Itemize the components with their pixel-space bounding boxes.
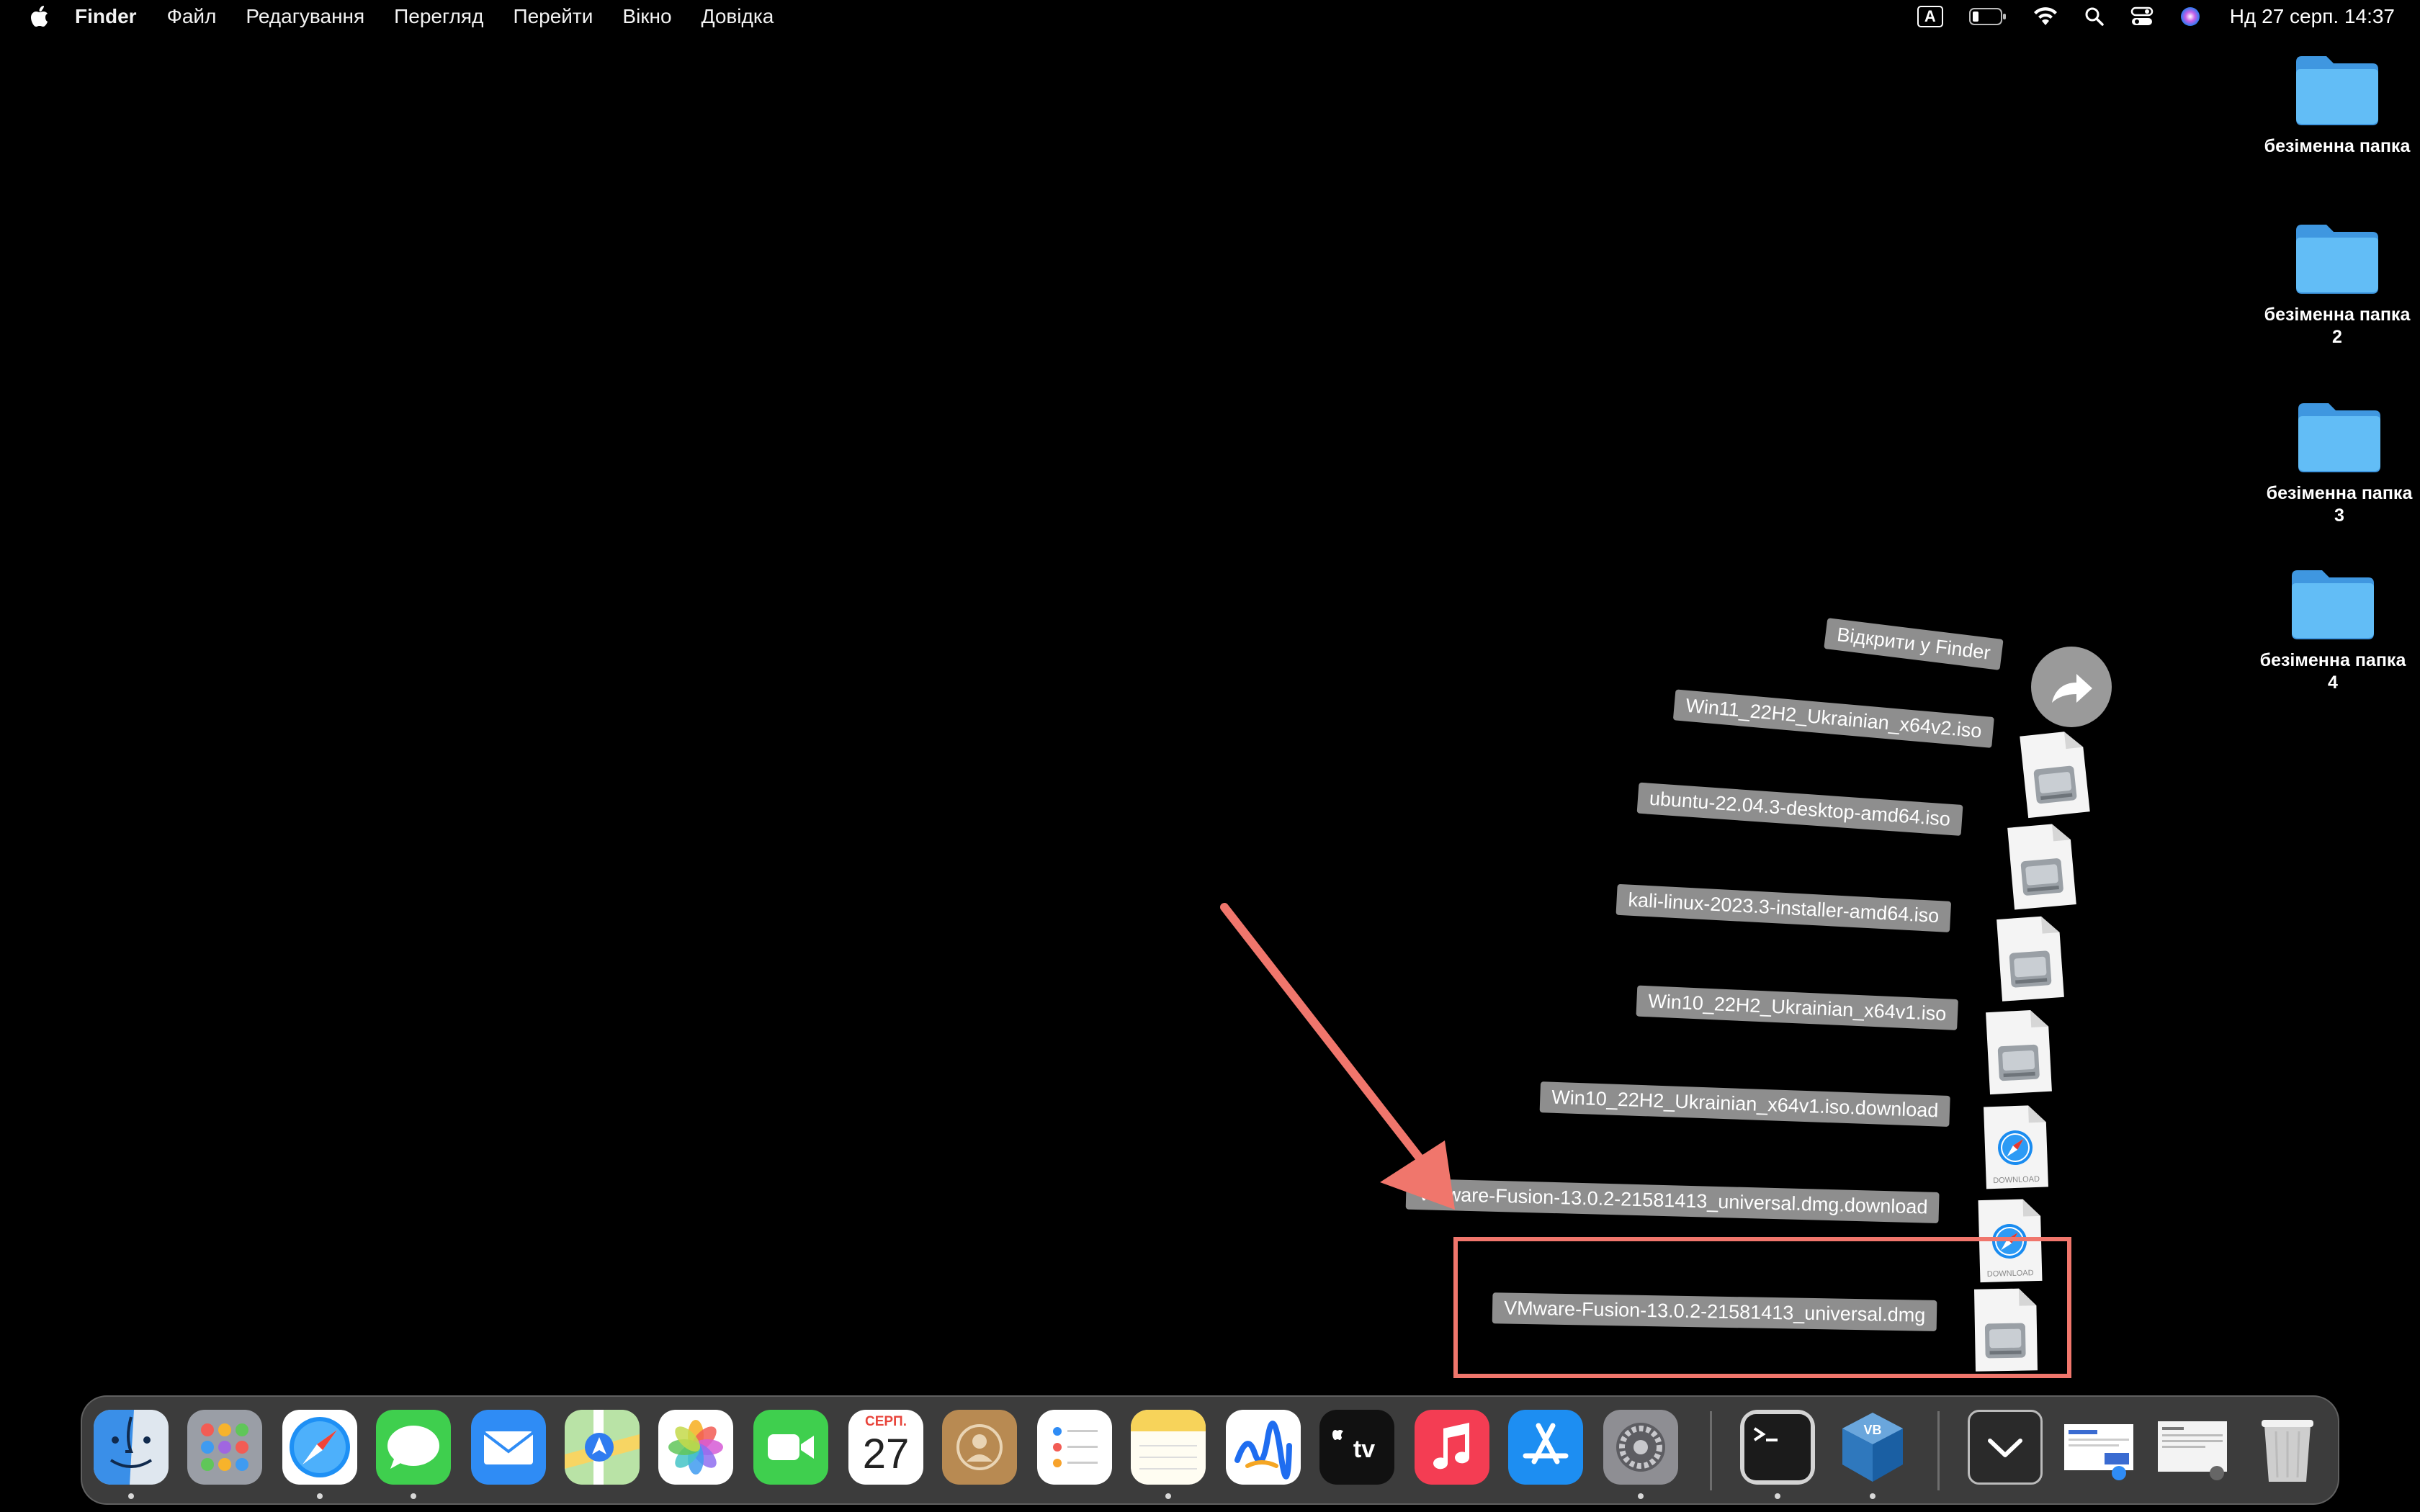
stack-item-label[interactable]: Win11_22H2_Ukrainian_x64v2.iso [1672, 689, 1995, 748]
siri-icon[interactable] [2179, 6, 2201, 27]
dock-mail-icon[interactable] [471, 1410, 546, 1485]
dock-virtualbox-icon[interactable]: VB [1835, 1410, 1910, 1485]
running-indicator [1638, 1493, 1644, 1499]
disk-image-icon[interactable] [2004, 821, 2078, 912]
dock-calendar-icon[interactable]: СЕРП. 27 [848, 1410, 923, 1485]
desktop-folder-4[interactable]: безіменна папка 4 [2250, 566, 2416, 694]
dock: СЕРП. 27 tv VB [81, 1395, 2339, 1505]
dock-contacts-icon[interactable] [942, 1410, 1017, 1485]
open-in-finder-label[interactable]: Відкрити у Finder [1824, 618, 2004, 670]
annotation-arrow-icon [1220, 903, 1455, 1210]
running-indicator [1775, 1493, 1780, 1499]
wifi-icon[interactable] [2033, 6, 2058, 27]
running-indicator [317, 1493, 323, 1499]
running-indicator [411, 1493, 416, 1499]
folder-icon [2296, 56, 2378, 125]
folder-icon [2292, 570, 2374, 639]
stack-item-label[interactable]: Win10_22H2_Ukrainian_x64v1.iso [1636, 985, 1959, 1030]
input-source-label: A [1917, 6, 1943, 27]
dock-music-icon[interactable] [1415, 1410, 1489, 1485]
desktop-folder-2[interactable]: безіменна папка 2 [2254, 220, 2420, 348]
desktop-folder-3[interactable]: безіменна папка 3 [2257, 399, 2420, 527]
dock-system-settings-icon[interactable] [1603, 1410, 1678, 1485]
desktop-folder-1[interactable]: безіменна папка [2254, 52, 2420, 158]
menu-help[interactable]: Довідка [702, 5, 774, 28]
app-menu-finder[interactable]: Finder [75, 5, 137, 28]
folder-label: безіменна папка 4 [2259, 650, 2406, 693]
keyboard-input-icon[interactable]: A [1917, 6, 1943, 27]
dock-terminal-icon[interactable] [1740, 1410, 1815, 1485]
dock-freeform-icon[interactable] [1226, 1410, 1301, 1485]
dock-screenshot-thumbnail-2[interactable] [2155, 1410, 2230, 1485]
highlight-annotation-box [1453, 1237, 2071, 1378]
dock-maps-icon[interactable] [565, 1410, 640, 1485]
menu-clock[interactable]: Нд 27 серп. 14:37 [2230, 5, 2395, 28]
menu-window[interactable]: Вікно [622, 5, 671, 28]
dock-launchpad-icon[interactable] [187, 1410, 262, 1485]
disk-image-icon[interactable] [1994, 914, 2066, 1003]
folder-icon [2296, 225, 2378, 294]
running-indicator [128, 1493, 134, 1499]
stack-item-label[interactable]: Win10_22H2_Ukrainian_x64v1.iso.download [1539, 1081, 1951, 1127]
spotlight-search-icon[interactable] [2084, 6, 2105, 27]
menu-edit[interactable]: Редагування [246, 5, 364, 28]
svg-text:DOWNLOAD: DOWNLOAD [1993, 1175, 2040, 1185]
battery-icon[interactable] [1968, 7, 2007, 26]
dock-downloads-stack-icon[interactable] [1968, 1410, 2043, 1485]
disk-image-icon[interactable] [2017, 729, 2092, 820]
dock-reminders-icon[interactable] [1037, 1410, 1112, 1485]
folder-label: безіменна папка [2264, 136, 2411, 156]
dock-photos-icon[interactable] [658, 1410, 733, 1485]
folder-label: безіменна папка 2 [2264, 305, 2411, 347]
calendar-month: СЕРП. [864, 1414, 907, 1429]
open-in-finder-button[interactable] [2031, 647, 2112, 727]
stack-item-label[interactable]: kali-linux-2023.3-installer-amd64.iso [1615, 883, 1952, 932]
control-center-icon[interactable] [2130, 6, 2154, 27]
svg-text:tv: tv [1353, 1436, 1375, 1463]
dock-safari-icon[interactable] [282, 1410, 357, 1485]
dock-messages-icon[interactable] [376, 1410, 451, 1485]
calendar-day: 27 [862, 1431, 910, 1477]
apple-menu-icon[interactable] [27, 0, 50, 33]
menu-view[interactable]: Перегляд [394, 5, 483, 28]
menu-file[interactable]: Файл [167, 5, 217, 28]
menu-go[interactable]: Перейти [513, 5, 593, 28]
dock-app-store-icon[interactable] [1508, 1410, 1583, 1485]
dock-tv-icon[interactable]: tv [1319, 1410, 1394, 1485]
dock-separator [1710, 1411, 1712, 1490]
dock-trash-icon[interactable] [2250, 1410, 2325, 1485]
menu-bar: Finder Файл Редагування Перегляд Перейти… [0, 0, 2420, 33]
dock-separator [1937, 1411, 1940, 1490]
safari-download-icon[interactable]: DOWNLOAD [1981, 1103, 2050, 1190]
svg-text:VB: VB [1863, 1423, 1881, 1437]
dock-notes-icon[interactable] [1131, 1410, 1206, 1485]
dock-finder-icon[interactable] [94, 1410, 169, 1485]
folder-label: безіменна папка 3 [2266, 483, 2413, 526]
arrow-forward-icon [2052, 674, 2092, 703]
dock-screenshot-thumbnail-1[interactable] [2061, 1410, 2136, 1485]
dock-facetime-icon[interactable] [753, 1410, 828, 1485]
running-indicator [1870, 1493, 1876, 1499]
stack-item-label[interactable]: ubuntu-22.04.3-desktop-amd64.iso [1636, 782, 1963, 836]
folder-icon [2298, 403, 2380, 472]
stack-item-label[interactable]: VMware-Fusion-13.0.2-21581413_universal.… [1405, 1178, 1940, 1223]
running-indicator [1165, 1493, 1171, 1499]
disk-image-icon[interactable] [1983, 1008, 2053, 1097]
